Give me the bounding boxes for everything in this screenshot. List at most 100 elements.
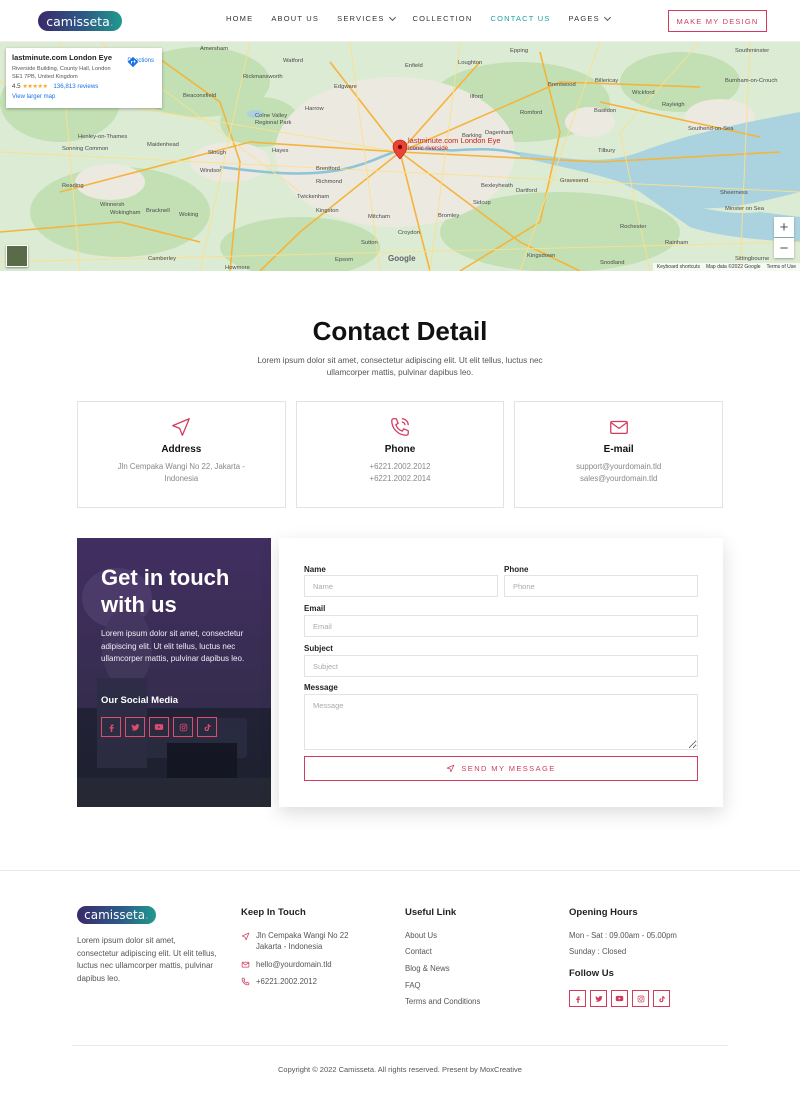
youtube-link[interactable] bbox=[149, 717, 169, 737]
phone-input[interactable] bbox=[504, 575, 698, 597]
map-info-card: lastminute.com London Eye Riverside Buil… bbox=[6, 48, 162, 108]
contact-cards: Address Jln Cempaka Wangi No 22, Jakarta… bbox=[77, 401, 724, 508]
keyboard-shortcuts-link[interactable]: Keyboard shortcuts bbox=[657, 264, 700, 270]
twitter-icon bbox=[130, 723, 140, 731]
footer-facebook-link[interactable] bbox=[569, 990, 586, 1007]
message-label: Message bbox=[304, 683, 338, 692]
terms-of-use-link[interactable]: Terms of Use bbox=[767, 264, 796, 270]
name-label: Name bbox=[304, 565, 326, 574]
svg-text:Beaconsfield: Beaconsfield bbox=[183, 93, 216, 99]
message-textarea[interactable] bbox=[304, 694, 698, 750]
facebook-link[interactable] bbox=[101, 717, 121, 737]
map-pin-label[interactable]: lastminute.com London Eye Iconic riversi… bbox=[408, 137, 501, 153]
svg-text:Enfield: Enfield bbox=[405, 63, 423, 69]
svg-text:Slough: Slough bbox=[208, 150, 226, 156]
email-card-text: support@yourdomain.tld sales@yourdomain.… bbox=[576, 462, 662, 483]
footer-link-terms[interactable]: Terms and Conditions bbox=[405, 996, 480, 1007]
svg-text:Mitcham: Mitcham bbox=[368, 214, 390, 220]
nav-home[interactable]: HOME bbox=[226, 14, 253, 23]
get-in-touch-title: Get in touch with us bbox=[101, 565, 230, 617]
subject-label: Subject bbox=[304, 644, 333, 653]
footer-link-faq[interactable]: FAQ bbox=[405, 980, 421, 991]
footer-email[interactable]: hello@yourdomain.tld bbox=[241, 959, 332, 970]
opening-hours-title: Opening Hours bbox=[569, 907, 638, 918]
nav-collection[interactable]: COLLECTION bbox=[413, 14, 473, 23]
subject-input[interactable] bbox=[304, 655, 698, 677]
svg-text:Rickmansworth: Rickmansworth bbox=[243, 74, 283, 80]
map-data-credit: Map data ©2022 Google bbox=[705, 264, 761, 270]
nav-services[interactable]: SERVICES bbox=[337, 13, 396, 23]
footer-link-blog-news[interactable]: Blog & News bbox=[405, 963, 450, 974]
svg-text:Watford: Watford bbox=[283, 58, 303, 64]
facebook-icon bbox=[109, 724, 114, 732]
directions-button[interactable]: Directions bbox=[127, 56, 154, 67]
get-in-touch-panel: Get in touch with us Lorem ipsum dolor s… bbox=[77, 538, 271, 807]
svg-text:Brentford: Brentford bbox=[316, 166, 340, 172]
send-message-button[interactable]: SEND MY MESSAGE bbox=[304, 756, 698, 781]
svg-text:Billericay: Billericay bbox=[595, 78, 618, 84]
email-input[interactable] bbox=[304, 615, 698, 637]
footer-tiktok-link[interactable] bbox=[653, 990, 670, 1007]
svg-text:Southend-on-Sea: Southend-on-Sea bbox=[688, 126, 734, 132]
svg-text:Harrow: Harrow bbox=[305, 106, 324, 112]
navigation-icon bbox=[241, 932, 250, 941]
map-rating: 4.5 ★★★★★ 136,813 reviews bbox=[12, 83, 99, 90]
brand-logo[interactable]: camisseta. bbox=[38, 11, 122, 31]
footer-link-contact[interactable]: Contact bbox=[405, 946, 432, 957]
map-zoom-in-button[interactable]: + bbox=[774, 217, 794, 237]
contact-form: Name Phone Email Subject Message SEND MY… bbox=[279, 538, 723, 807]
svg-text:Sidcup: Sidcup bbox=[473, 200, 491, 206]
tiktok-icon bbox=[204, 723, 211, 731]
svg-text:Burnham-on-Crouch: Burnham-on-Crouch bbox=[725, 78, 778, 84]
copyright-divider bbox=[72, 1045, 728, 1046]
svg-text:Southminster: Southminster bbox=[735, 48, 769, 54]
contact-detail-title: Contact Detail bbox=[312, 316, 488, 346]
footer-youtube-link[interactable] bbox=[611, 990, 628, 1007]
svg-text:Winnersh: Winnersh bbox=[100, 202, 124, 208]
google-map[interactable]: Amersham Watford Enfield Loughton Epping… bbox=[0, 42, 800, 271]
footer-logo[interactable]: camisseta. bbox=[77, 906, 156, 924]
star-rating-icon: ★★★★★ bbox=[22, 83, 48, 90]
footer-address: Jln Cempaka Wangi No 22 Jakarta - Indone… bbox=[241, 930, 371, 952]
nav-about-us[interactable]: ABOUT US bbox=[271, 14, 319, 23]
svg-text:Dartford: Dartford bbox=[516, 188, 537, 194]
svg-text:Basildon: Basildon bbox=[594, 108, 616, 114]
footer-link-about-us[interactable]: About Us bbox=[405, 930, 437, 941]
view-larger-map-link[interactable]: View larger map bbox=[12, 94, 156, 100]
footer-divider bbox=[0, 870, 800, 871]
footer-twitter-link[interactable] bbox=[590, 990, 607, 1007]
keep-in-touch-title: Keep In Touch bbox=[241, 907, 306, 918]
email-card: E-mail support@yourdomain.tld sales@your… bbox=[514, 401, 724, 508]
svg-text:Howmore: Howmore bbox=[225, 265, 250, 271]
svg-text:Hayes: Hayes bbox=[272, 148, 289, 154]
map-place-label: Amersham bbox=[200, 46, 228, 52]
svg-text:Rainham: Rainham bbox=[665, 240, 688, 246]
map-zoom-out-button[interactable]: − bbox=[774, 238, 794, 258]
main-nav: HOME ABOUT US SERVICES COLLECTION CONTAC… bbox=[226, 13, 628, 23]
tiktok-link[interactable] bbox=[197, 717, 217, 737]
svg-text:Croydon: Croydon bbox=[398, 230, 420, 236]
footer-instagram-link[interactable] bbox=[632, 990, 649, 1007]
instagram-link[interactable] bbox=[173, 717, 193, 737]
phone-card-title: Phone bbox=[384, 444, 416, 455]
map-reviews-link[interactable]: 136,813 reviews bbox=[53, 83, 98, 90]
svg-text:Colne Valley: Colne Valley bbox=[255, 113, 287, 119]
svg-text:Brentwood: Brentwood bbox=[548, 82, 576, 88]
nav-contact-us[interactable]: CONTACT US bbox=[490, 14, 550, 23]
svg-text:Epping: Epping bbox=[510, 48, 528, 54]
nav-pages[interactable]: PAGES bbox=[569, 13, 611, 23]
make-my-design-button[interactable]: MAKE MY DESIGN bbox=[668, 10, 767, 32]
twitter-link[interactable] bbox=[125, 717, 145, 737]
email-card-title: E-mail bbox=[603, 444, 634, 455]
map-satellite-toggle[interactable] bbox=[6, 245, 28, 267]
svg-text:Rayleigh: Rayleigh bbox=[662, 102, 685, 108]
mail-icon bbox=[241, 961, 250, 968]
footer-phone[interactable]: +6221.2002.2012 bbox=[241, 976, 317, 987]
chevron-down-icon bbox=[388, 13, 396, 21]
svg-text:Twickenham: Twickenham bbox=[297, 194, 329, 200]
follow-us-title: Follow Us bbox=[569, 968, 614, 979]
social-links bbox=[101, 717, 217, 737]
copyright-text: Copyright © 2022 Camisseta. All rights r… bbox=[278, 1065, 522, 1074]
svg-text:Rochester: Rochester bbox=[620, 224, 646, 230]
name-input[interactable] bbox=[304, 575, 498, 597]
